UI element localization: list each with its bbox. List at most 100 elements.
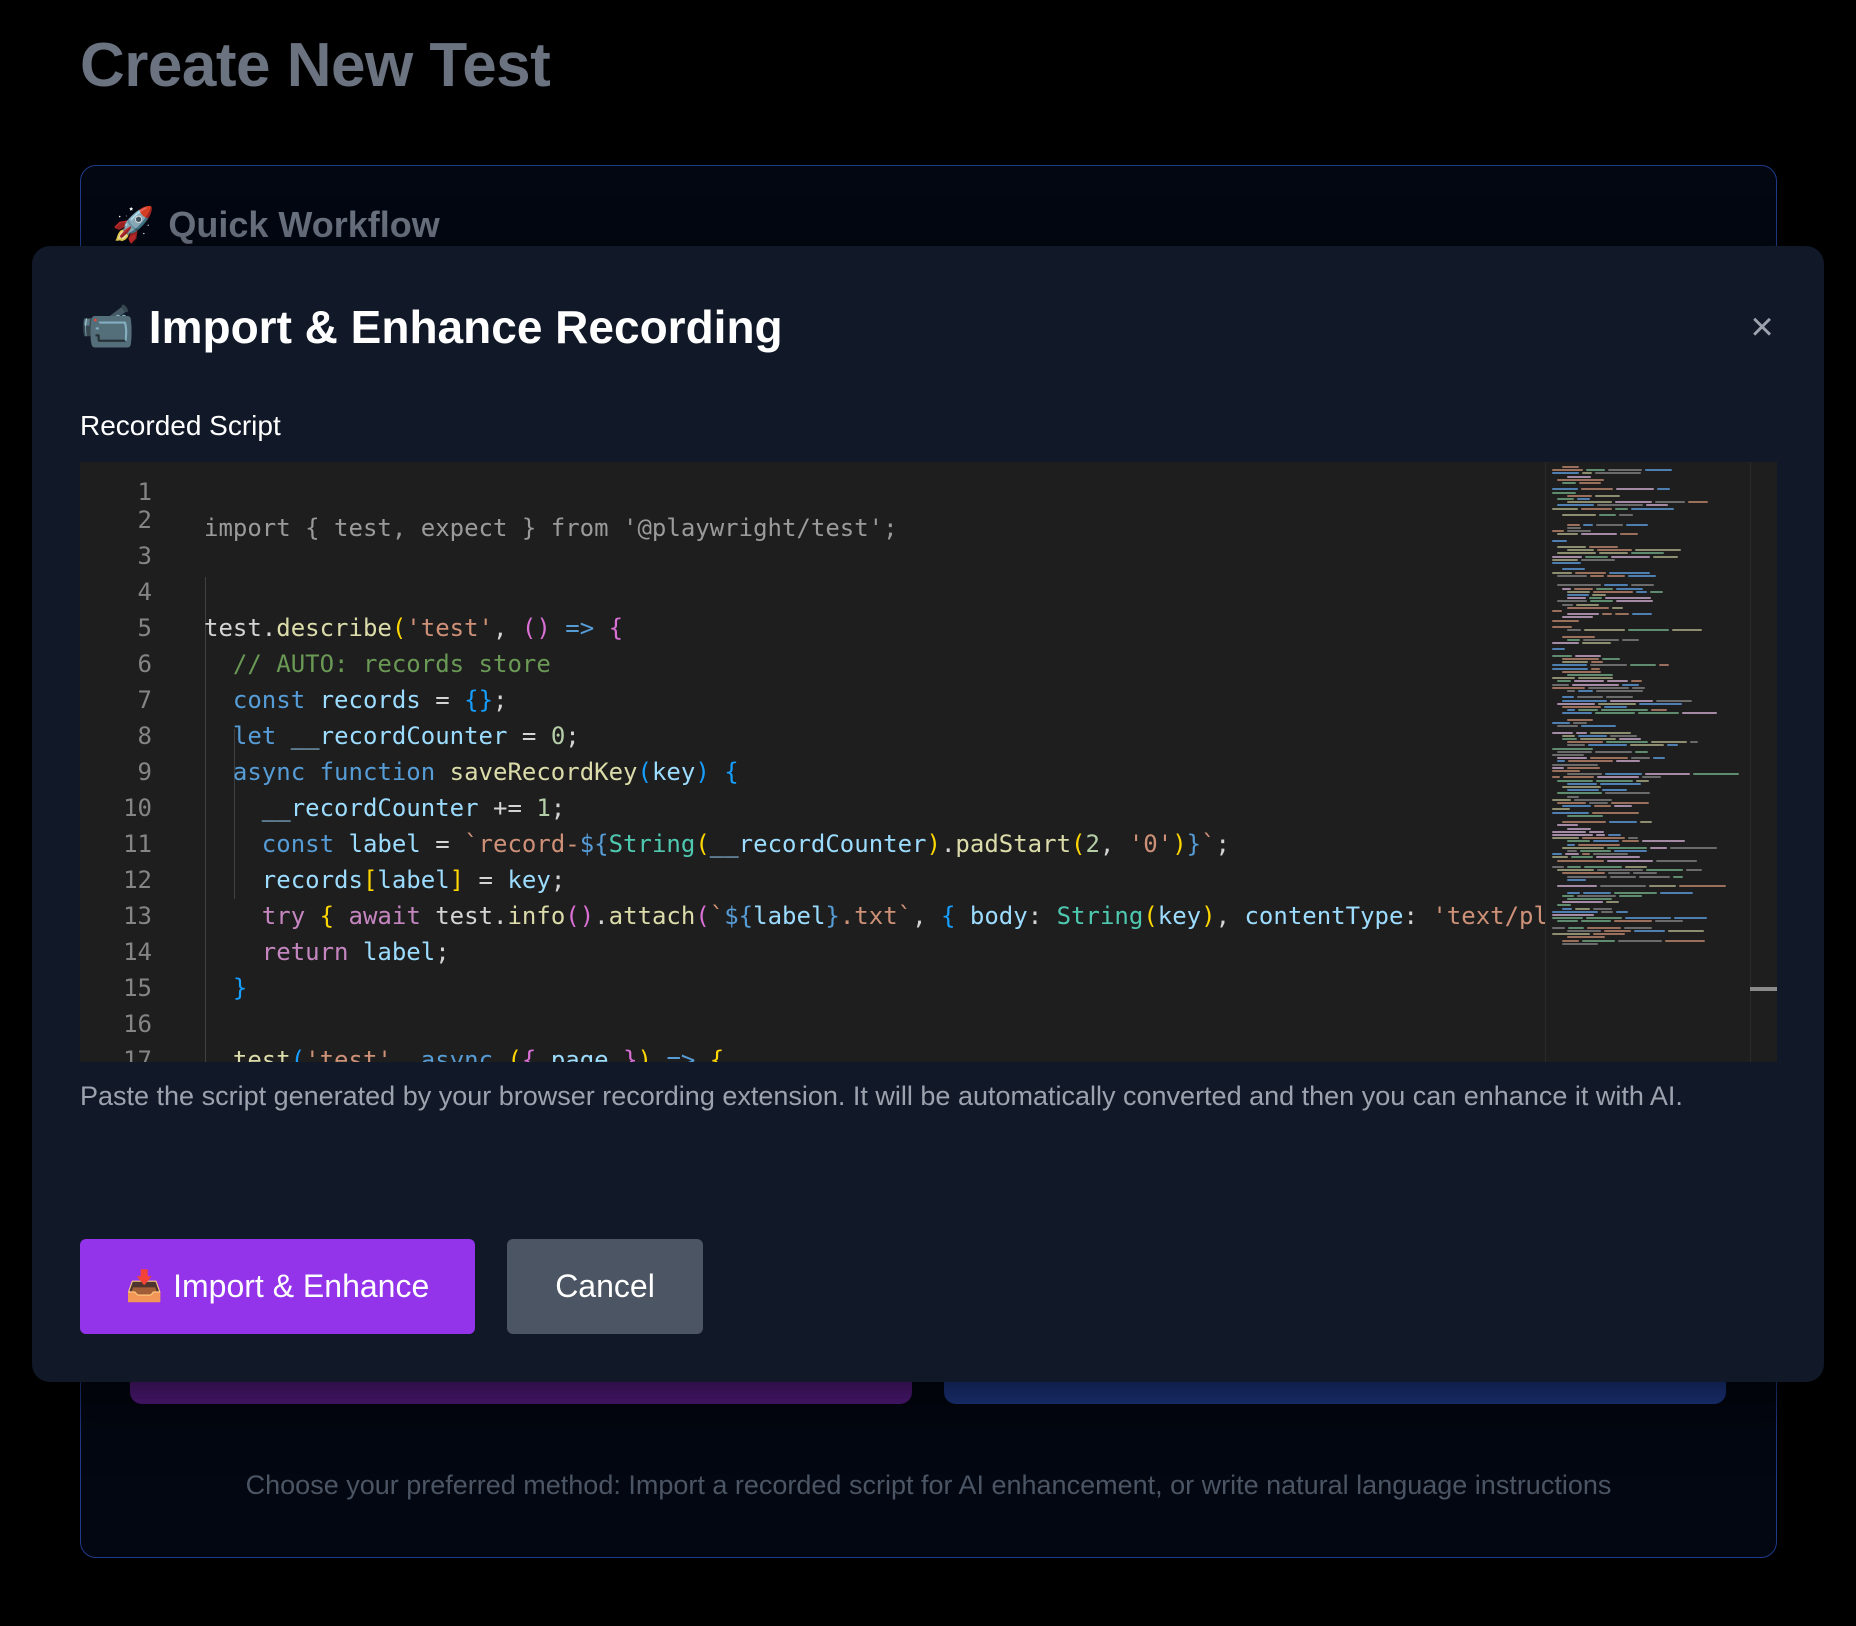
minimap-line [1593, 907, 1612, 910]
minimap-line [1562, 661, 1588, 664]
minimap-line [1650, 590, 1663, 593]
minimap-line [1557, 546, 1586, 548]
minimap-line [1610, 875, 1636, 878]
minimap-line [1557, 859, 1604, 862]
code-area[interactable]: 1 import { test, expect } from '@playwri… [80, 462, 1545, 1062]
minimap-line [1552, 837, 1579, 840]
minimap-line [1595, 750, 1632, 753]
minimap-line [1650, 846, 1667, 849]
minimap-line [1592, 811, 1639, 814]
minimap-line [1567, 766, 1600, 769]
minimap-line [1567, 936, 1605, 939]
minimap-line [1567, 789, 1599, 792]
minimap-line [1552, 539, 1567, 542]
minimap-line [1552, 491, 1576, 494]
minimap-line [1628, 574, 1656, 577]
quick-workflow-label: Quick Workflow [168, 204, 440, 245]
minimap-line [1660, 891, 1693, 894]
minimap-line [1562, 846, 1604, 849]
minimap-line [1581, 507, 1612, 510]
minimap-line [1631, 757, 1650, 760]
minimap-line [1552, 626, 1572, 628]
minimap-line [1673, 875, 1683, 878]
minimap-line [1581, 920, 1611, 923]
minimap-line [1608, 872, 1630, 875]
editor-scrollbar-thumb[interactable] [1750, 987, 1777, 991]
minimap-line [1656, 859, 1697, 862]
minimap-line [1651, 741, 1687, 744]
minimap-line [1604, 584, 1628, 587]
page: Create New Test 🚀 Quick Workflow Choose … [0, 0, 1856, 1626]
minimap-line [1578, 843, 1620, 846]
minimap-line [1589, 597, 1602, 600]
minimap-line [1638, 712, 1679, 715]
minimap-line [1686, 869, 1702, 872]
minimap-line [1552, 770, 1580, 772]
minimap-line [1596, 587, 1613, 590]
minimap-line [1630, 664, 1656, 667]
minimap-line [1595, 472, 1641, 475]
code-minimap[interactable] [1545, 462, 1750, 1062]
minimap-line [1614, 805, 1632, 808]
minimap-line [1577, 894, 1616, 897]
quick-workflow-title: 🚀 Quick Workflow [112, 204, 440, 246]
minimap-line [1567, 795, 1579, 798]
minimap-line [1567, 690, 1575, 692]
minimap-line [1565, 853, 1579, 856]
minimap-line [1586, 917, 1622, 920]
minimap-line [1668, 930, 1704, 932]
minimap-line [1563, 776, 1594, 779]
minimap-line [1601, 709, 1648, 712]
minimap-line [1605, 597, 1651, 600]
minimap-line [1552, 914, 1594, 916]
minimap-line [1690, 741, 1698, 744]
minimap-line [1604, 706, 1627, 708]
minimap-line [1567, 782, 1597, 785]
minimap-line [1562, 907, 1572, 910]
minimap-line [1591, 667, 1600, 670]
minimap-line [1557, 702, 1595, 705]
minimap-line [1585, 555, 1608, 558]
cancel-button[interactable]: Cancel [507, 1239, 703, 1334]
minimap-line [1590, 600, 1613, 603]
minimap-line [1639, 875, 1670, 878]
minimap-line [1659, 664, 1669, 667]
code-editor[interactable]: 1 import { test, expect } from '@playwri… [80, 462, 1777, 1062]
minimap-line [1608, 834, 1621, 836]
minimap-line [1552, 866, 1564, 868]
minimap-line [1557, 792, 1602, 795]
minimap-line [1562, 734, 1575, 737]
close-icon[interactable]: × [1745, 307, 1779, 347]
minimap-line [1567, 891, 1580, 894]
import-enhance-button[interactable]: 📥 Import & Enhance [80, 1239, 475, 1334]
minimap-line [1552, 811, 1589, 814]
minimap-line [1582, 837, 1625, 840]
minimap-line [1557, 680, 1571, 683]
minimap-line [1567, 475, 1591, 478]
minimap-line [1589, 802, 1608, 804]
minimap-line [1619, 894, 1642, 897]
minimap-line [1596, 856, 1640, 859]
minimap-line [1575, 907, 1590, 910]
minimap-line [1656, 699, 1692, 702]
modal-title-text: Import & Enhance Recording [148, 301, 783, 353]
minimap-line [1557, 760, 1565, 763]
minimap-line [1572, 683, 1619, 686]
minimap-line [1552, 754, 1584, 756]
minimap-line [1552, 469, 1583, 472]
minimap-line [1580, 850, 1611, 852]
minimap-line [1562, 894, 1574, 897]
minimap-line [1562, 568, 1585, 571]
editor-scrollbar[interactable] [1750, 462, 1777, 1062]
minimap-line [1552, 910, 1598, 913]
minimap-line [1581, 558, 1615, 561]
minimap-line [1593, 840, 1619, 843]
minimap-line [1651, 709, 1667, 712]
minimap-line [1631, 680, 1642, 683]
minimap-line [1645, 773, 1690, 776]
minimap-line [1562, 587, 1571, 590]
minimap-line [1562, 872, 1605, 875]
minimap-line [1682, 712, 1717, 715]
minimap-line [1552, 530, 1564, 532]
minimap-line [1616, 760, 1640, 763]
